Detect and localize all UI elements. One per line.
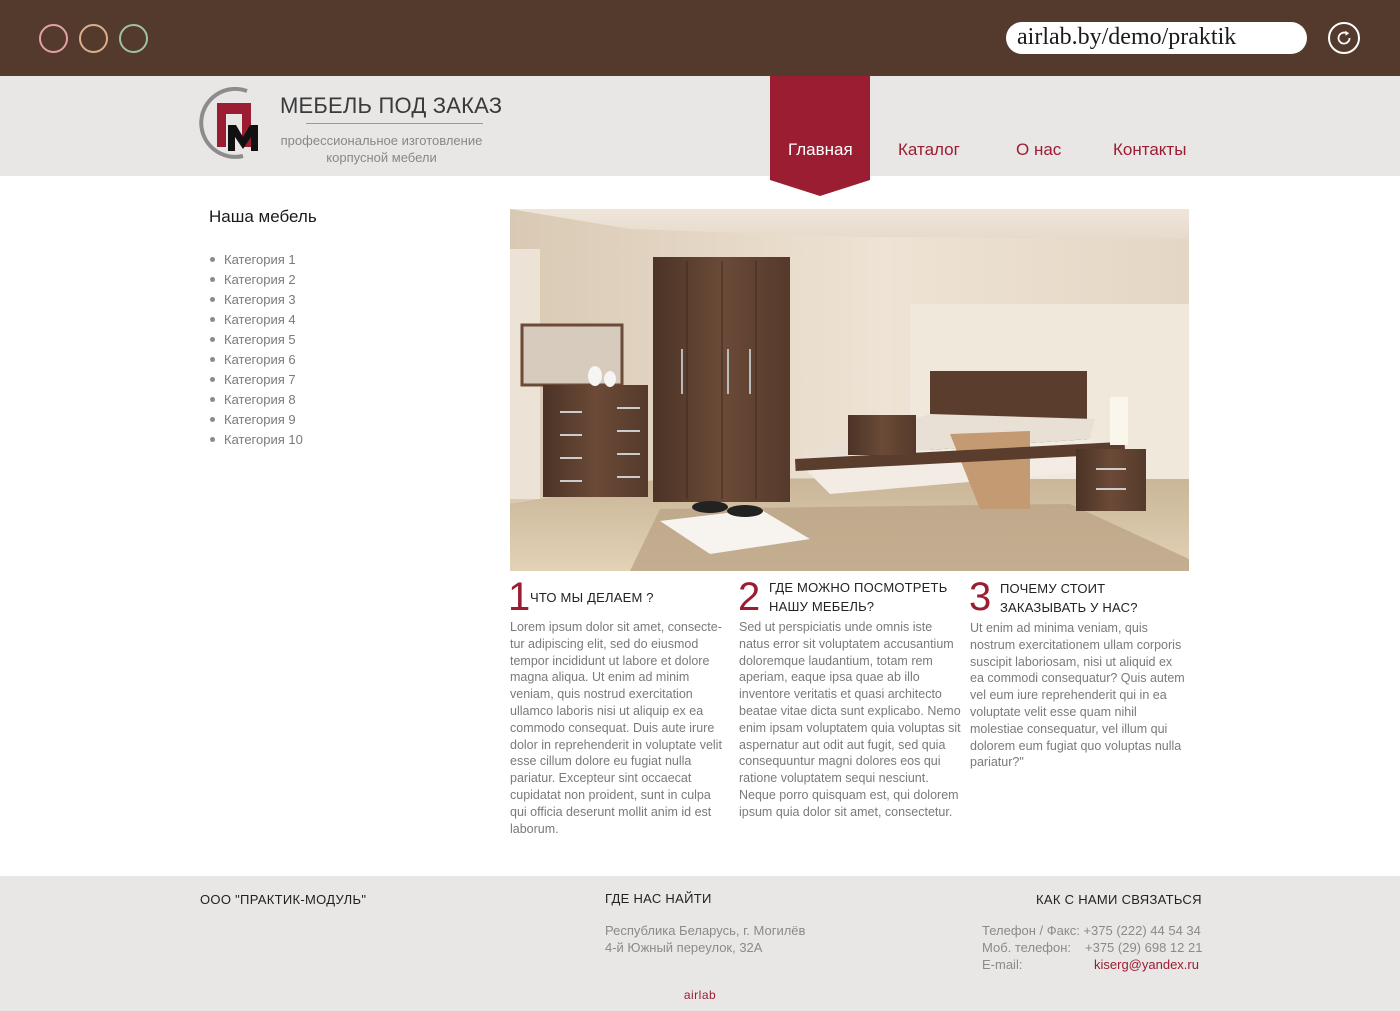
- bullet-icon: [210, 377, 215, 382]
- bullet-icon: [210, 397, 215, 402]
- feature-number: 2: [738, 575, 761, 619]
- hero-image: [510, 209, 1189, 571]
- feature-text: Ut enim ad minima veniam, quis nostrum e…: [970, 621, 1185, 770]
- bullet-icon: [210, 257, 215, 262]
- site-header: МЕБЕЛЬ ПОД ЗАКАЗ профессиональное изгото…: [0, 76, 1400, 176]
- tagline-line-2: корпусной мебели: [326, 150, 437, 165]
- category-label: Категория 9: [224, 412, 296, 427]
- nav-active-ribbon: [770, 76, 870, 196]
- category-item[interactable]: Категория 5: [209, 332, 303, 352]
- nav-about[interactable]: О нас: [1016, 140, 1061, 160]
- feature-title: ПОЧЕМУ СТОИТ ЗАКАЗЫВАТЬ У НАС?: [1000, 579, 1190, 617]
- category-item[interactable]: Категория 7: [209, 372, 303, 392]
- feature-title-line: ЧТО МЫ ДЕЛАЕМ ?: [530, 590, 654, 605]
- category-item[interactable]: Категория 4: [209, 312, 303, 332]
- developer-credit-link[interactable]: airlab: [0, 988, 1400, 1002]
- site-title: МЕБЕЛЬ ПОД ЗАКАЗ: [280, 93, 503, 118]
- bullet-icon: [210, 317, 215, 322]
- nav-catalog[interactable]: Каталог: [898, 140, 960, 160]
- category-label: Категория 3: [224, 292, 296, 307]
- category-label: Категория 2: [224, 272, 296, 287]
- category-list: Категория 1 Категория 2 Категория 3 Кате…: [209, 252, 303, 452]
- footer-mobile-label: Моб. телефон:: [982, 940, 1072, 955]
- category-label: Категория 4: [224, 312, 296, 327]
- category-item[interactable]: Категория 3: [209, 292, 303, 312]
- logo-divider: [306, 123, 483, 124]
- footer-company: ООО "ПРАКТИК-МОДУЛЬ": [200, 892, 367, 907]
- category-label: Категория 8: [224, 392, 296, 407]
- category-item[interactable]: Категория 8: [209, 392, 303, 412]
- nav-home[interactable]: Главная: [788, 140, 853, 160]
- sidebar-title: Наша мебель: [209, 207, 317, 226]
- feature-text: Sed ut perspiciatis unde omnis iste natu…: [739, 620, 961, 819]
- footer-mobile-value: +375 (29) 698 12 21: [1085, 940, 1203, 955]
- feature-number: 1: [508, 575, 531, 619]
- footer-phone-fax: Телефон / Факс: +375 (222) 44 54 34: [982, 923, 1201, 938]
- footer-address-line-1: Республика Беларусь, г. Могилёв: [605, 923, 806, 938]
- category-label: Категория 5: [224, 332, 296, 347]
- browser-toolbar: airlab.by/demo/praktik: [0, 0, 1400, 76]
- category-label: Категория 7: [224, 372, 296, 387]
- feature-title: ГДЕ МОЖНО ПОСМОТРЕТЬ НАШУ МЕБЕЛЬ?: [769, 578, 969, 616]
- logo[interactable]: [199, 86, 271, 159]
- nav-contacts[interactable]: Контакты: [1113, 140, 1186, 160]
- address-bar[interactable]: airlab.by/demo/praktik: [1006, 22, 1307, 54]
- category-label: Категория 6: [224, 352, 296, 367]
- category-item[interactable]: Категория 10: [209, 432, 303, 452]
- site-tagline: профессиональное изготовление корпусной …: [276, 132, 487, 166]
- maximize-dot[interactable]: [119, 24, 148, 53]
- reload-icon[interactable]: [1328, 22, 1360, 54]
- footer-contact-title: КАК С НАМИ СВЯЗАТЬСЯ: [1036, 892, 1202, 907]
- feature-title: ЧТО МЫ ДЕЛАЕМ ?: [530, 588, 720, 607]
- feature-title-line: ПОЧЕМУ СТОИТ: [1000, 581, 1106, 596]
- close-dot[interactable]: [39, 24, 68, 53]
- category-item[interactable]: Категория 6: [209, 352, 303, 372]
- feature-title-line: НАШУ МЕБЕЛЬ?: [769, 599, 875, 614]
- footer-address-line-2: 4-й Южный переулок, 32А: [605, 940, 763, 955]
- feature-text: Lorem ipsum dolor sit amet, consecte-tur…: [510, 620, 722, 836]
- feature-title-line: ЗАКАЗЫВАТЬ У НАС?: [1000, 600, 1138, 615]
- footer-email-label: E-mail:: [982, 957, 1023, 972]
- bullet-icon: [210, 437, 215, 442]
- category-item[interactable]: Категория 9: [209, 412, 303, 432]
- footer-email-link[interactable]: kiserg@yandex.ru: [1094, 956, 1199, 973]
- footer-where-title: ГДЕ НАС НАЙТИ: [605, 891, 712, 906]
- bullet-icon: [210, 277, 215, 282]
- bullet-icon: [210, 297, 215, 302]
- bullet-icon: [210, 357, 215, 362]
- feature-title-line: ГДЕ МОЖНО ПОСМОТРЕТЬ: [769, 580, 948, 595]
- feature-number: 3: [969, 575, 992, 619]
- category-label: Категория 1: [224, 252, 296, 267]
- minimize-dot[interactable]: [79, 24, 108, 53]
- tagline-line-1: профессиональное изготовление: [280, 133, 483, 148]
- category-item[interactable]: Категория 1: [209, 252, 303, 272]
- category-item[interactable]: Категория 2: [209, 272, 303, 292]
- bullet-icon: [210, 417, 215, 422]
- category-label: Категория 10: [224, 432, 303, 447]
- bullet-icon: [210, 337, 215, 342]
